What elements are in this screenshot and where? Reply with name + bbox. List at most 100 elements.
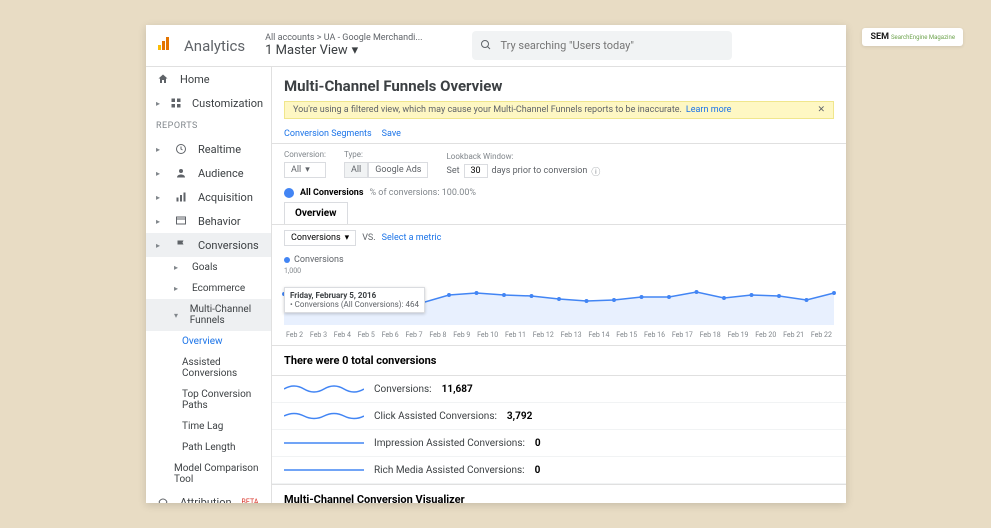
nav-overview-label: Overview: [182, 336, 223, 347]
lookback-days-input[interactable]: [464, 164, 488, 178]
nav-ecommerce[interactable]: ▸ Ecommerce: [146, 278, 271, 299]
acquisition-icon: [174, 190, 188, 204]
chart-series-label: Conversions: [294, 255, 344, 265]
filtered-view-alert: You're using a filtered view, which may …: [284, 101, 834, 119]
type-google-ads-button[interactable]: Google Ads: [368, 162, 428, 178]
stats-heading: There were 0 total conversions: [272, 345, 846, 376]
alert-text: You're using a filtered view, which may …: [293, 105, 682, 115]
series-dot-icon: [284, 257, 290, 263]
top-bar: Analytics All accounts > UA - Google Mer…: [146, 25, 846, 67]
sem-sub: SearchEngine Magazine: [891, 34, 955, 41]
help-icon[interactable]: ⓘ: [591, 165, 600, 178]
app-window: Analytics All accounts > UA - Google Mer…: [146, 25, 846, 503]
stat-label: Click Assisted Conversions:: [374, 411, 497, 422]
tooltip-date: Friday, February 5, 2016: [290, 291, 419, 300]
nav-behavior-label: Behavior: [198, 215, 241, 228]
expand-icon: ▸: [156, 193, 164, 202]
account-selector[interactable]: All accounts > UA - Google Merchandi... …: [265, 33, 422, 58]
select-metric-link[interactable]: Select a metric: [382, 233, 442, 243]
stat-value: 0: [535, 465, 541, 476]
toolbar: Conversion Segments Save: [272, 125, 846, 144]
tab-overview[interactable]: Overview: [284, 202, 348, 224]
flag-icon: [174, 238, 188, 252]
attribution-icon: [156, 495, 170, 503]
nav-realtime[interactable]: ▸ Realtime: [146, 137, 271, 161]
conversion-dot-icon: [284, 188, 294, 198]
stat-value: 0: [535, 438, 541, 449]
nav-customization-label: Customization: [192, 97, 263, 110]
nav-assisted-label: Assisted Conversions: [182, 357, 261, 379]
nav-mcf-overview[interactable]: Overview: [146, 331, 271, 352]
nav-behavior[interactable]: ▸ Behavior: [146, 209, 271, 233]
clock-icon: [174, 142, 188, 156]
reports-section-label: REPORTS: [146, 115, 271, 137]
tooltip-value: • Conversions (All Conversions): 464: [290, 300, 419, 309]
nav-home[interactable]: Home: [146, 67, 271, 91]
dashboard-icon: [170, 96, 182, 110]
view-name: 1 Master View: [265, 43, 348, 58]
conversion-segments-button[interactable]: Conversion Segments: [284, 129, 372, 139]
nav-audience[interactable]: ▸ Audience: [146, 161, 271, 185]
nav-conversions[interactable]: ▸ Conversions: [146, 233, 271, 257]
search-input[interactable]: [500, 39, 724, 52]
brand-label: Analytics: [184, 37, 245, 55]
nav-mcf[interactable]: ▾Multi-Channel Funnels: [146, 299, 271, 331]
nav-top-paths-label: Top Conversion Paths: [182, 389, 261, 411]
home-icon: [156, 72, 170, 86]
type-filter-label: Type:: [344, 150, 429, 159]
nav-mcf-label: Multi-Channel Funnels: [190, 304, 261, 326]
type-button-group: All Google Ads: [344, 162, 429, 178]
nav-home-label: Home: [180, 73, 210, 86]
vs-label: VS.: [362, 233, 375, 243]
type-all-button[interactable]: All: [344, 162, 368, 178]
collapse-icon: ▸: [156, 241, 164, 250]
metric-selector-row: Conversions▾ VS. Select a metric: [272, 225, 846, 251]
nav-time-lag-label: Time Lag: [182, 421, 223, 432]
sparkline-icon: [284, 461, 364, 479]
y-axis-tick: 1,000: [284, 267, 834, 275]
page-title: Multi-Channel Funnels Overview: [272, 77, 846, 101]
primary-metric-dropdown[interactable]: Conversions▾: [284, 230, 356, 246]
chevron-down-icon: ▾: [352, 43, 359, 58]
x-axis: Feb 2Feb 3Feb 4Feb 5Feb 6Feb 7Feb 8Feb 9…: [284, 331, 834, 339]
all-conversions-row: All Conversions % of conversions: 100.00…: [272, 184, 846, 202]
nav-goals[interactable]: ▸Goals: [146, 257, 271, 278]
save-button[interactable]: Save: [382, 129, 401, 139]
sparkline-icon: [284, 434, 364, 452]
nav-acquisition[interactable]: ▸ Acquisition: [146, 185, 271, 209]
sem-badge: SEM SearchEngine Magazine: [862, 28, 963, 46]
chart-tooltip: Friday, February 5, 2016 • Conversions (…: [284, 287, 425, 313]
nav-ecommerce-label: Ecommerce: [192, 283, 245, 294]
stat-row: Rich Media Assisted Conversions: 0: [272, 457, 846, 484]
person-icon: [174, 166, 188, 180]
stat-label: Conversions:: [374, 384, 432, 395]
nav-audience-label: Audience: [198, 167, 244, 180]
search-icon: [480, 36, 492, 55]
nav-model-comparison[interactable]: Model Comparison Tool: [146, 458, 271, 490]
visualizer-heading: Multi-Channel Conversion Visualizer: [272, 484, 846, 503]
nav-mcf-path-length[interactable]: Path Length: [146, 437, 271, 458]
expand-icon: ▸: [156, 145, 164, 154]
search-bar[interactable]: [472, 31, 732, 60]
alert-learn-more-link[interactable]: Learn more: [686, 105, 732, 115]
behavior-icon: [174, 214, 188, 228]
expand-icon: ▸: [174, 284, 182, 293]
breadcrumb: All accounts > UA - Google Merchandi...: [265, 33, 422, 43]
nav-attribution-label: Attribution: [180, 496, 232, 504]
nav-mcf-time-lag[interactable]: Time Lag: [146, 416, 271, 437]
nav-customization[interactable]: ▸ Customization: [146, 91, 271, 115]
lookback-label: Lookback Window:: [446, 152, 600, 161]
expand-icon: ▸: [174, 263, 182, 272]
expand-icon: ▸: [156, 217, 164, 226]
nav-attribution[interactable]: Attribution BETA: [146, 490, 271, 503]
conversion-dropdown[interactable]: All▾: [284, 162, 326, 178]
nav-mcf-assisted[interactable]: Assisted Conversions: [146, 352, 271, 384]
expand-icon: ▸: [156, 99, 160, 108]
nav-mcf-top-paths[interactable]: Top Conversion Paths: [146, 384, 271, 416]
stat-label: Impression Assisted Conversions:: [374, 438, 525, 449]
sparkline-icon: [284, 380, 364, 398]
stat-label: Rich Media Assisted Conversions:: [374, 465, 525, 476]
nav-model-label: Model Comparison Tool: [174, 463, 261, 485]
close-icon[interactable]: ✕: [817, 105, 825, 115]
expand-icon: ▸: [156, 169, 164, 178]
